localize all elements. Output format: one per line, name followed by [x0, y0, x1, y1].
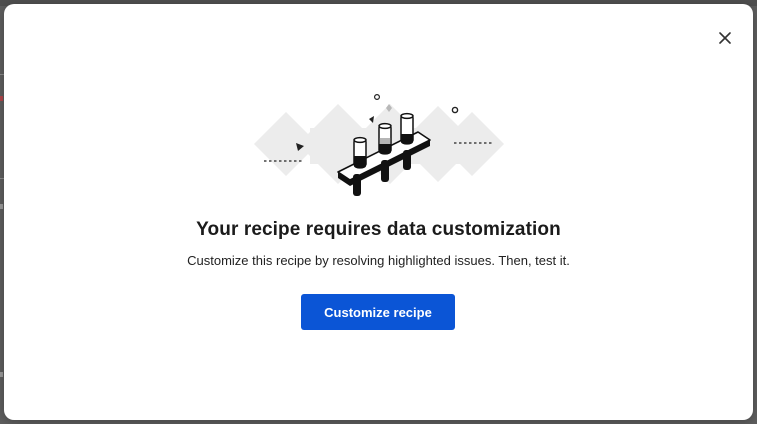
test-tube	[400, 112, 414, 145]
close-icon	[719, 32, 731, 44]
circle-decoration	[451, 106, 459, 114]
customization-required-dialog: Your recipe requires data customization …	[4, 4, 753, 420]
test-tube	[353, 136, 367, 169]
background-marker	[0, 96, 3, 101]
test-tube	[378, 122, 392, 155]
customize-recipe-button[interactable]: Customize recipe	[301, 294, 455, 330]
test-tubes-rack-illustration	[254, 93, 504, 196]
dialog-subtitle: Customize this recipe by resolving highl…	[187, 253, 570, 268]
dialog-title: Your recipe requires data customization	[196, 219, 561, 240]
circle-decoration	[373, 93, 380, 101]
background-marker	[0, 372, 3, 377]
close-button[interactable]	[715, 28, 735, 48]
background-marker	[0, 204, 3, 209]
